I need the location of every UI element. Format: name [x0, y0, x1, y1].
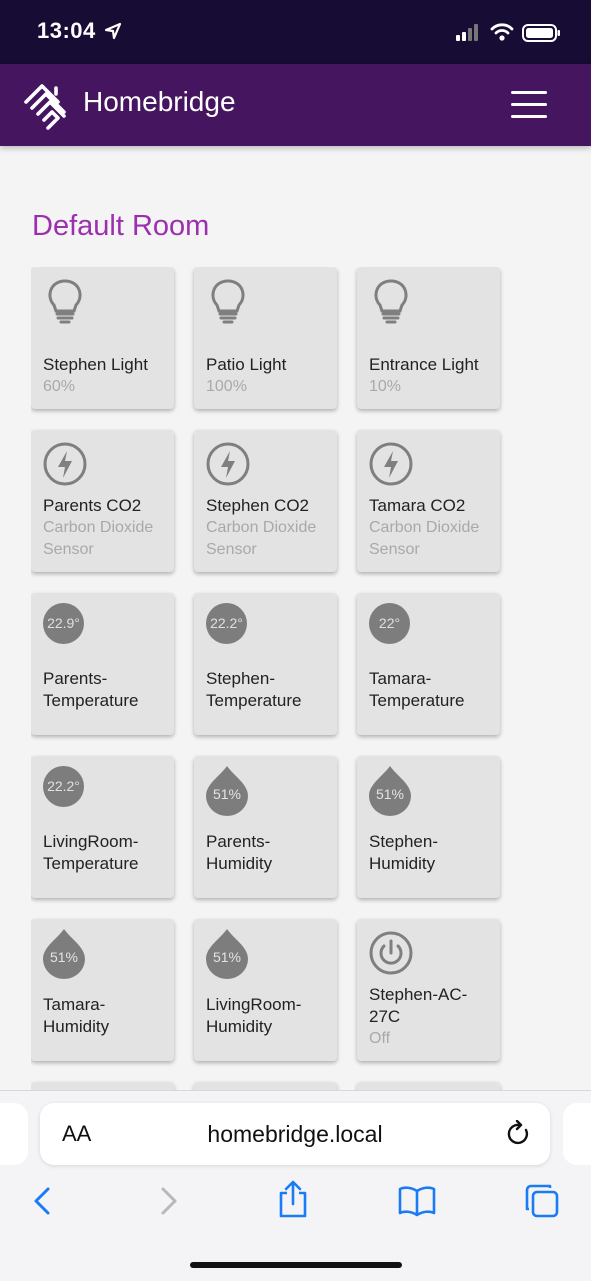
humidity-reading: 51% — [212, 949, 242, 965]
tile-name: Stephen-Temperature — [206, 669, 302, 710]
room-title: Default Room — [32, 210, 210, 242]
cellular-signal-icon — [456, 24, 478, 41]
bolt-icon — [369, 442, 413, 486]
accessory-tile[interactable]: 22° Tamara-Temperature — [357, 593, 500, 735]
bolt-icon — [206, 442, 250, 486]
tile-name: Stephen CO2 — [206, 496, 310, 515]
tabs-icon[interactable] — [524, 1183, 560, 1219]
bookmarks-icon[interactable] — [398, 1185, 436, 1217]
tile-status: Carbon Dioxide Sensor — [369, 519, 480, 558]
accessory-tile[interactable] — [357, 1082, 500, 1090]
humidity-drop-icon: 51% — [204, 927, 250, 979]
tile-name: LivingRoom-Temperature — [43, 832, 139, 873]
humidity-drop-icon: 51% — [204, 764, 250, 816]
accessory-tile[interactable] — [194, 1082, 337, 1090]
humidity-drop-icon: 51% — [41, 927, 87, 979]
address-bar[interactable]: AA homebridge.local — [40, 1103, 550, 1165]
accessory-tile[interactable]: 51% Stephen-Humidity — [357, 756, 500, 898]
tile-status: 10% — [369, 378, 402, 395]
bolt-icon — [43, 442, 87, 486]
accessory-tile[interactable]: Tamara CO2 Carbon Dioxide Sensor — [357, 430, 500, 572]
lightbulb-icon — [374, 279, 408, 324]
tile-name: Parents-Humidity — [206, 832, 273, 873]
humidity-reading: 51% — [49, 949, 79, 965]
accessory-tile[interactable]: 51% Tamara-Humidity — [31, 919, 174, 1061]
accessory-grid: Stephen Light 60% Patio Light 100% Entra… — [31, 267, 511, 1090]
tile-status: Off — [369, 1030, 391, 1047]
wifi-icon — [490, 23, 514, 41]
tile-name: Patio Light — [206, 355, 287, 374]
tile-name: Tamara-Temperature — [369, 669, 465, 710]
accessory-tile[interactable]: 22.2° LivingRoom-Temperature — [31, 756, 174, 898]
temperature-icon: 22.2° — [206, 603, 247, 644]
tile-name: Tamara-Humidity — [43, 995, 110, 1036]
forward-arrow-icon[interactable] — [157, 1183, 181, 1219]
tile-name: LivingRoom-Humidity — [206, 995, 302, 1036]
lightbulb-icon — [48, 279, 82, 324]
tile-name: Entrance Light — [369, 355, 479, 374]
tile-name: Stephen Light — [43, 355, 148, 374]
tile-name: Stephen-Humidity — [369, 832, 438, 873]
accessory-tile[interactable]: 51% LivingRoom-Humidity — [194, 919, 337, 1061]
accessory-tile[interactable]: 51% Parents-Humidity — [194, 756, 337, 898]
accessory-tile[interactable]: Parents CO2 Carbon Dioxide Sensor — [31, 430, 174, 572]
tile-name: Tamara CO2 — [369, 496, 466, 515]
hamburger-menu-icon[interactable] — [511, 91, 547, 119]
accessory-tile[interactable]: Entrance Light 10% — [357, 267, 500, 409]
share-icon[interactable] — [277, 1179, 309, 1219]
tile-status: Carbon Dioxide Sensor — [206, 519, 317, 558]
app-title[interactable]: Homebridge — [83, 86, 236, 118]
status-time: 13:04 — [37, 18, 96, 43]
accessory-tile[interactable]: 22.2° Stephen-Temperature — [194, 593, 337, 735]
temperature-icon: 22.2° — [43, 766, 84, 807]
humidity-reading: 51% — [375, 786, 405, 802]
accessory-tile[interactable]: Stephen-AC-27C Off — [357, 919, 500, 1061]
next-tab-preview[interactable] — [563, 1103, 591, 1165]
tile-name: Parents CO2 — [43, 496, 142, 515]
back-arrow-icon[interactable] — [30, 1183, 54, 1219]
url-text[interactable]: homebridge.local — [40, 1121, 550, 1148]
homebridge-logo-icon[interactable] — [22, 80, 70, 130]
location-arrow-icon — [104, 22, 122, 40]
accessory-tile[interactable]: Patio Light 100% — [194, 267, 337, 409]
tile-name: Stephen-AC-27C — [369, 985, 468, 1026]
home-indicator — [190, 1262, 402, 1268]
temperature-icon: 22° — [369, 603, 410, 644]
browser-toolbar: AA homebridge.local — [0, 1090, 591, 1281]
tile-status: Carbon Dioxide Sensor — [43, 519, 154, 558]
humidity-reading: 51% — [212, 786, 242, 802]
lightbulb-icon — [211, 279, 245, 324]
app-navbar: Homebridge — [0, 64, 591, 146]
humidity-drop-icon: 51% — [367, 764, 413, 816]
reload-icon[interactable] — [506, 1120, 532, 1148]
tile-name: Parents-Temperature — [43, 669, 139, 710]
battery-icon — [522, 24, 560, 42]
power-icon — [369, 931, 413, 975]
accessory-tile[interactable]: Stephen Light 60% — [31, 267, 174, 409]
temperature-icon: 22.9° — [43, 603, 84, 644]
accessory-tile[interactable] — [31, 1082, 174, 1090]
tile-status: 100% — [206, 378, 247, 395]
tile-status: 60% — [43, 378, 76, 395]
previous-tab-preview[interactable] — [0, 1103, 28, 1165]
accessory-tile[interactable]: 22.9° Parents-Temperature — [31, 593, 174, 735]
accessory-tile[interactable]: Stephen CO2 Carbon Dioxide Sensor — [194, 430, 337, 572]
status-bar: 13:04 — [0, 0, 591, 64]
